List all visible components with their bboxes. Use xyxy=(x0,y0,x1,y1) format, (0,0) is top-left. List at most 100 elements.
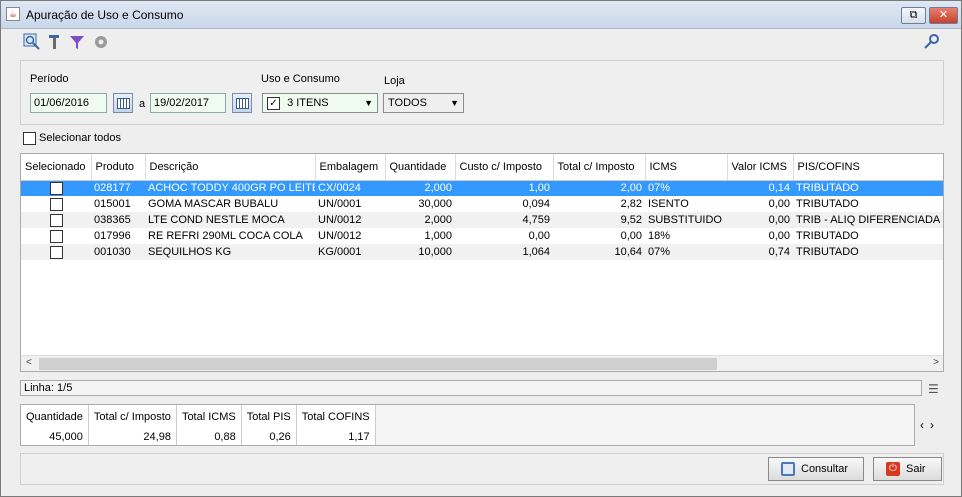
table-cell: 0,00 xyxy=(727,212,793,228)
horizontal-scrollbar[interactable]: < > xyxy=(21,355,943,371)
column-header[interactable]: Custo c/ Imposto xyxy=(455,154,554,181)
totals-panel: Quantidade Total c/ Imposto Total ICMS Tota… xyxy=(20,404,915,446)
uso-consumo-select[interactable]: ✓ 3 ITENS ▼ xyxy=(262,93,378,113)
table-cell: 2,00 xyxy=(553,180,645,196)
row-checkbox-cell[interactable] xyxy=(21,196,91,212)
totals-values: 45,000 24,98 0,88 0,26 1,17 xyxy=(21,429,376,445)
select-all-checkbox[interactable]: Selecionar todos xyxy=(23,132,121,145)
table-row[interactable]: 015001 GOMA MASCAR BUBALU UN/0001 30,000 0,0… xyxy=(21,196,943,212)
table-cell: 10,000 xyxy=(385,244,455,260)
column-header[interactable]: Selecionado xyxy=(21,154,92,181)
chevron-left-icon[interactable]: ‹ xyxy=(920,418,930,432)
column-header[interactable]: Produto xyxy=(91,154,146,181)
filter-icon[interactable] xyxy=(68,33,86,51)
table-cell: 0,00 xyxy=(528,230,550,242)
loja-select[interactable]: TODOS ▼ xyxy=(383,93,464,113)
consultar-button[interactable]: Consultar xyxy=(768,457,864,481)
column-header[interactable]: Embalagem xyxy=(315,154,386,181)
column-header[interactable]: Descrição xyxy=(145,154,316,181)
table-cell: GOMA MASCAR BUBALU xyxy=(148,198,279,210)
scroll-left-icon[interactable]: < xyxy=(26,357,32,368)
uso-consumo-value: 3 ITENS xyxy=(287,97,329,109)
totals-header: Quantidade Total c/ Imposto Total ICMS Tota… xyxy=(21,405,376,429)
table-cell: TRIBUTADO xyxy=(793,244,943,260)
totals-value-cell: 24,98 xyxy=(88,429,177,445)
row-checkbox-cell[interactable] xyxy=(21,212,91,228)
uso-consumo-checkbox[interactable]: ✓ xyxy=(267,96,280,110)
row-status: Linha: 1/5 xyxy=(20,380,922,396)
chevron-right-icon[interactable]: › xyxy=(930,418,940,432)
gear-icon[interactable] xyxy=(92,33,110,51)
table-cell: 017996 xyxy=(94,230,131,242)
table-cell: UN/0012 xyxy=(315,212,385,228)
table-cell: 0,094 xyxy=(522,198,550,210)
calendar-from-button[interactable] xyxy=(113,93,133,113)
products-grid: Selecionado Produto Descrição Embalagem Quan… xyxy=(20,153,944,372)
date-from-field[interactable]: 01/06/2016 xyxy=(30,93,107,113)
app-icon: ☕ xyxy=(6,7,20,21)
row-checkbox[interactable] xyxy=(49,197,63,211)
scroll-right-icon[interactable]: > xyxy=(933,357,939,368)
column-header[interactable]: Valor ICMS xyxy=(727,154,794,181)
consultar-label: Consultar xyxy=(801,463,849,475)
table-cell: SUBSTITUIDO xyxy=(645,212,727,228)
row-checkbox-cell[interactable] xyxy=(21,244,91,260)
table-cell: 0,00 xyxy=(768,230,790,242)
search-icon[interactable] xyxy=(23,33,41,51)
column-header[interactable]: Total c/ Imposto xyxy=(553,154,646,181)
key-icon[interactable] xyxy=(922,33,940,51)
table-cell: 2,000 xyxy=(385,180,455,196)
scrollbar-thumb[interactable] xyxy=(39,358,717,370)
table-row[interactable]: 028177 ACHOC TODDY 400GR PO LEITE CX/0024 2… xyxy=(21,180,943,196)
row-checkbox-cell[interactable] xyxy=(21,180,91,196)
checkbox-box[interactable] xyxy=(23,132,36,145)
totals-value-cell: 0,88 xyxy=(176,429,242,445)
column-header[interactable]: Quantidade xyxy=(385,154,456,181)
totals-header-cell: Total PIS xyxy=(241,405,297,429)
totals-header-cell: Total c/ Imposto xyxy=(88,405,177,429)
table-cell: UN/0001 xyxy=(318,198,362,210)
table-row[interactable]: 017996 RE REFRI 290ML COCA COLA UN/0012 1,0… xyxy=(21,228,943,244)
calendar-icon xyxy=(117,98,130,109)
calendar-to-button[interactable] xyxy=(232,93,252,113)
table-row[interactable]: 038365 LTE COND NESTLE MOCA UN/0012 2,000 4,… xyxy=(21,212,943,228)
totals-table: Quantidade Total c/ Imposto Total ICMS Tota… xyxy=(21,405,376,445)
menu-icon[interactable]: ☰ xyxy=(928,382,939,396)
row-checkbox[interactable] xyxy=(49,229,63,243)
main-window: ☕ Apuração de Uso e Consumo ⧉ ✕ Período … xyxy=(0,0,962,497)
table-cell: TRIBUTADO xyxy=(796,230,859,242)
table-cell: CX/0024 xyxy=(315,180,385,196)
table-row[interactable]: 001030 SEQUILHOS KG KG/0001 10,000 1,064 10,6… xyxy=(21,244,943,260)
select-all-label: Selecionar todos xyxy=(39,132,121,145)
row-checkbox-cell[interactable] xyxy=(21,228,91,244)
table-cell: ISENTO xyxy=(648,198,689,210)
date-to-field[interactable]: 19/02/2017 xyxy=(150,93,226,113)
row-checkbox[interactable] xyxy=(49,245,63,259)
table-cell: 9,52 xyxy=(553,212,645,228)
table-cell: ACHOC TODDY 400GR PO LEITE xyxy=(145,180,315,196)
exit-icon: ⏻ xyxy=(886,462,900,476)
table-cell: RE REFRI 290ML COCA COLA xyxy=(148,230,303,242)
table-cell: 07% xyxy=(645,180,727,196)
table-cell: 4,759 xyxy=(455,212,553,228)
close-button[interactable]: ✕ xyxy=(929,7,958,24)
tools-icon[interactable] xyxy=(46,33,64,51)
table-cell: 2,000 xyxy=(385,212,455,228)
chevron-down-icon: ▼ xyxy=(364,98,373,108)
table-cell: 001030 xyxy=(91,244,145,260)
table-cell: 0,14 xyxy=(727,180,793,196)
sair-button[interactable]: ⏻ Sair xyxy=(873,457,942,481)
totals-value-cell: 45,000 xyxy=(21,429,89,445)
table-cell: 1,00 xyxy=(455,180,553,196)
sair-label: Sair xyxy=(906,463,926,475)
window-title: Apuração de Uso e Consumo xyxy=(26,8,184,22)
toolbar xyxy=(1,30,961,54)
table-cell: 038365 xyxy=(91,212,145,228)
column-header[interactable]: ICMS xyxy=(645,154,728,181)
row-checkbox[interactable] xyxy=(49,213,63,227)
table-cell: 30,000 xyxy=(418,198,452,210)
row-checkbox[interactable] xyxy=(49,181,63,195)
column-header[interactable]: PIS/COFINS xyxy=(793,154,943,181)
totals-nav[interactable]: ‹› xyxy=(920,418,940,432)
restore-button[interactable]: ⧉ xyxy=(901,7,926,24)
